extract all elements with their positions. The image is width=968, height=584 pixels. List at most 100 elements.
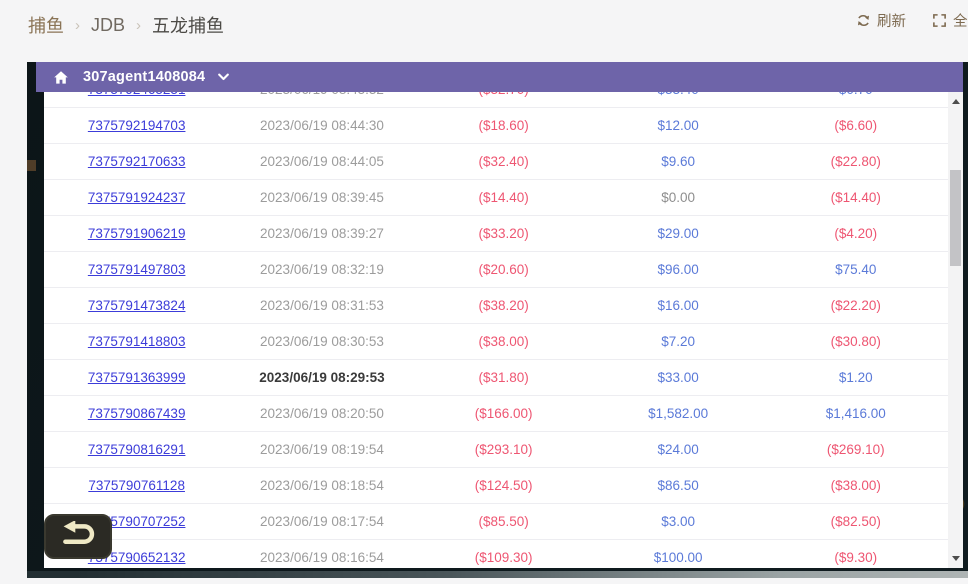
- scrollbar-thumb[interactable]: [950, 170, 961, 266]
- agent-selector[interactable]: 307agent1408084: [83, 69, 229, 85]
- bet-time: 2023/06/19 08:16:54: [229, 550, 414, 565]
- agent-header-bar: 307agent1408084: [36, 62, 963, 92]
- table-row: 7375791418803 2023/06/19 08:30:53 ($38.0…: [44, 324, 948, 360]
- net-amount: ($38.00): [764, 478, 948, 493]
- table-row: 7375791906219 2023/06/19 08:39:27 ($33.2…: [44, 216, 948, 252]
- net-amount: ($9.30): [764, 550, 948, 565]
- table-row: 7375790652132 2023/06/19 08:16:54 ($109.…: [44, 540, 948, 568]
- bet-time: 2023/06/19 08:30:53: [229, 334, 414, 349]
- bet-time: 2023/06/19 08:18:54: [229, 478, 414, 493]
- bet-time: 2023/06/19 08:44:05: [229, 154, 414, 169]
- bet-amount: ($38.20): [415, 298, 593, 313]
- fullscreen-label: 全屏: [953, 10, 968, 31]
- bet-id-link[interactable]: 7375791906219: [88, 226, 186, 241]
- win-amount: $12.00: [593, 118, 764, 133]
- bet-time: 2023/06/19 08:32:19: [229, 262, 414, 277]
- breadcrumb-item-current-page: 五龙捕鱼: [152, 12, 224, 38]
- breadcrumb-item-fishing[interactable]: 捕鱼: [28, 12, 64, 38]
- bet-amount: ($38.00): [415, 334, 593, 349]
- net-amount: ($14.40): [764, 190, 948, 205]
- bet-time: 2023/06/19 08:29:53: [229, 370, 414, 385]
- bet-id-link[interactable]: 7375792170633: [88, 154, 186, 169]
- bet-time: 2023/06/19 08:45:32: [229, 92, 414, 97]
- win-amount: $24.00: [593, 442, 764, 457]
- bet-id-link[interactable]: 7375791363999: [88, 370, 186, 385]
- table-row: 7375790867439 2023/06/19 08:20:50 ($166.…: [44, 396, 948, 432]
- page-toolbar: 刷新 全屏: [856, 10, 968, 31]
- bet-id-link[interactable]: 7375792194703: [88, 118, 186, 133]
- bet-time: 2023/06/19 08:44:30: [229, 118, 414, 133]
- refresh-icon: [856, 13, 871, 28]
- refresh-button[interactable]: 刷新: [856, 10, 906, 31]
- back-button[interactable]: [44, 514, 112, 559]
- bet-id-link[interactable]: 7375791924237: [88, 190, 186, 205]
- bet-id-link[interactable]: 7375791418803: [88, 334, 186, 349]
- bet-time: 2023/06/19 08:31:53: [229, 298, 414, 313]
- bet-id-link[interactable]: 7375792465251: [88, 92, 186, 97]
- net-amount: $75.40: [764, 262, 948, 277]
- win-amount: $0.00: [593, 190, 764, 205]
- net-amount: ($30.80): [764, 334, 948, 349]
- table-scrollbar[interactable]: [948, 92, 963, 568]
- refresh-label: 刷新: [877, 10, 906, 31]
- table-row: 7375791924237 2023/06/19 08:39:45 ($14.4…: [44, 180, 948, 216]
- bet-id-link[interactable]: 7375790761128: [88, 478, 185, 493]
- win-amount: $100.00: [593, 550, 764, 565]
- bet-amount: ($31.80): [415, 370, 593, 385]
- table-row: 7375792170633 2023/06/19 08:44:05 ($32.4…: [44, 144, 948, 180]
- bet-amount: ($18.60): [415, 118, 593, 133]
- table-body: 7375792465251 2023/06/19 08:45:32 ($32.7…: [44, 92, 948, 568]
- breadcrumb-separator: ›: [75, 17, 80, 34]
- table-row: 7375791473824 2023/06/19 08:31:53 ($38.2…: [44, 288, 948, 324]
- win-amount: $33.40: [593, 92, 764, 97]
- fullscreen-button[interactable]: 全屏: [932, 10, 968, 31]
- net-amount: ($22.80): [764, 154, 948, 169]
- net-amount: $0.70: [764, 92, 948, 97]
- panel-left-mark: [27, 160, 36, 171]
- net-amount: $1.20: [764, 370, 948, 385]
- breadcrumb-separator: ›: [136, 17, 141, 34]
- bet-id-link[interactable]: 7375791473824: [88, 298, 186, 313]
- bet-records-table: 7375792465251 2023/06/19 08:45:32 ($32.7…: [44, 92, 948, 568]
- breadcrumb: 捕鱼 › JDB › 五龙捕鱼: [28, 12, 224, 38]
- bet-amount: ($124.50): [415, 478, 593, 493]
- net-amount: $1,416.00: [764, 406, 948, 421]
- win-amount: $29.00: [593, 226, 764, 241]
- win-amount: $33.00: [593, 370, 764, 385]
- table-row: 7375791497803 2023/06/19 08:32:19 ($20.6…: [44, 252, 948, 288]
- scrollbar-up-arrow[interactable]: [948, 94, 963, 109]
- top-bar: 捕鱼 › JDB › 五龙捕鱼 刷新 全屏: [0, 0, 968, 62]
- bet-amount: ($109.30): [415, 550, 593, 565]
- bet-time: 2023/06/19 08:39:45: [229, 190, 414, 205]
- home-icon[interactable]: [53, 70, 69, 85]
- win-amount: $16.00: [593, 298, 764, 313]
- win-amount: $7.20: [593, 334, 764, 349]
- table-row: 7375792194703 2023/06/19 08:44:30 ($18.6…: [44, 108, 948, 144]
- net-amount: ($82.50): [764, 514, 948, 529]
- win-amount: $9.60: [593, 154, 764, 169]
- win-amount: $3.00: [593, 514, 764, 529]
- win-amount: $86.50: [593, 478, 764, 493]
- fullscreen-icon: [932, 13, 947, 28]
- bet-amount: ($166.00): [415, 406, 593, 421]
- chevron-down-icon: [218, 69, 229, 85]
- bet-id-link[interactable]: 7375790816291: [88, 442, 186, 457]
- bet-amount: ($32.70): [415, 92, 593, 97]
- net-amount: ($269.10): [764, 442, 948, 457]
- bet-amount: ($85.50): [415, 514, 593, 529]
- scrollbar-down-arrow[interactable]: [948, 551, 963, 566]
- bet-id-link[interactable]: 7375790867439: [88, 406, 186, 421]
- win-amount: $1,582.00: [593, 406, 764, 421]
- bet-time: 2023/06/19 08:19:54: [229, 442, 414, 457]
- table-row: 7375790816291 2023/06/19 08:19:54 ($293.…: [44, 432, 948, 468]
- bet-time: 2023/06/19 08:17:54: [229, 514, 414, 529]
- net-amount: ($22.20): [764, 298, 948, 313]
- bet-amount: ($14.40): [415, 190, 593, 205]
- bet-time: 2023/06/19 08:39:27: [229, 226, 414, 241]
- bet-time: 2023/06/19 08:20:50: [229, 406, 414, 421]
- breadcrumb-item-jdb[interactable]: JDB: [91, 15, 125, 36]
- bet-amount: ($20.60): [415, 262, 593, 277]
- bet-amount: ($33.20): [415, 226, 593, 241]
- table-row: 7375791363999 2023/06/19 08:29:53 ($31.8…: [44, 360, 948, 396]
- bet-id-link[interactable]: 7375791497803: [88, 262, 186, 277]
